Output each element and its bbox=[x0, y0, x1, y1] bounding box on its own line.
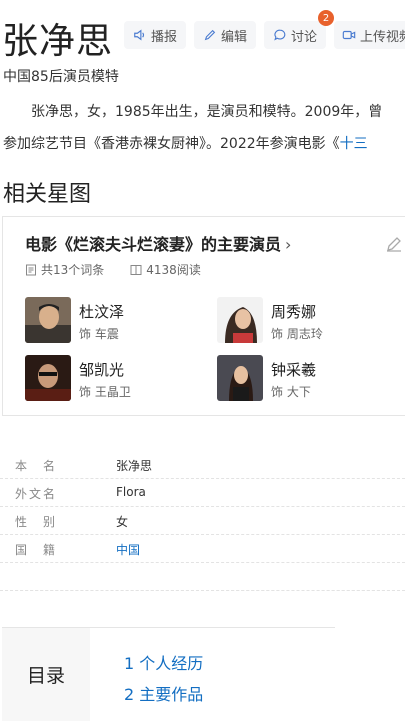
broadcast-label: 播报 bbox=[150, 29, 177, 45]
info-value: Flora bbox=[116, 485, 146, 499]
actor-name: 周秀娜 bbox=[271, 303, 317, 321]
film-link[interactable]: 十三 bbox=[340, 136, 368, 152]
actor-name: 钟采羲 bbox=[271, 361, 317, 379]
nationality-link[interactable]: 中国 bbox=[116, 541, 140, 558]
info-key: 性 别 bbox=[15, 515, 58, 529]
toc-item[interactable]: 2 主要作品 bbox=[124, 681, 203, 705]
toc-item[interactable]: 1 个人经历 bbox=[124, 650, 203, 674]
upload-video-button[interactable]: 上传视频 bbox=[334, 21, 405, 49]
related-section-heading: 相关星图 bbox=[3, 182, 92, 207]
pencil-icon bbox=[204, 29, 216, 41]
actor-avatar bbox=[25, 355, 71, 401]
info-row: 性 别 女 bbox=[0, 506, 405, 535]
info-value: 女 bbox=[116, 515, 129, 529]
edit-label: 编辑 bbox=[220, 29, 247, 45]
speaker-icon bbox=[134, 29, 145, 41]
chat-bubble-icon bbox=[274, 29, 286, 41]
actor-role: 饰 周志玲 bbox=[271, 327, 323, 341]
actor-item[interactable]: 周秀娜 饰 周志玲 bbox=[217, 297, 397, 345]
info-key: 国 籍 bbox=[15, 543, 58, 557]
info-value: 张净思 bbox=[116, 459, 153, 473]
summary-paragraph: 张净思，女，1985年出生，是演员和模特。2009年，曾 参加综艺节目《香港赤裸… bbox=[3, 96, 405, 160]
book-icon bbox=[130, 264, 142, 275]
summary-line-2: 参加综艺节目《香港赤裸女厨神》。2022年参演电影《十三 bbox=[3, 128, 405, 160]
broadcast-button[interactable]: 播报 bbox=[124, 21, 186, 49]
info-row-empty bbox=[0, 562, 405, 591]
info-row: 本 名 张净思 bbox=[0, 450, 405, 479]
page-title: 张净思 bbox=[2, 21, 114, 62]
summary-line-2-text: 参加综艺节目《香港赤裸女厨神》。2022年参演电影《 bbox=[3, 136, 340, 152]
discuss-count-badge: 2 bbox=[318, 10, 334, 26]
discuss-button[interactable]: 讨论 bbox=[264, 21, 326, 49]
upload-video-label: 上传视频 bbox=[360, 29, 405, 45]
chevron-right-icon: › bbox=[285, 235, 292, 254]
actor-role: 饰 王晶卫 bbox=[79, 385, 131, 399]
discuss-label: 讨论 bbox=[290, 29, 317, 45]
info-divider bbox=[0, 590, 405, 591]
document-icon bbox=[26, 264, 36, 275]
edit-button[interactable]: 编辑 bbox=[194, 21, 256, 49]
table-of-contents: 目录 1 个人经历 2 主要作品 bbox=[2, 627, 335, 721]
card-title[interactable]: 电影《烂滚夫斗烂滚妻》的主要演员 › bbox=[25, 231, 291, 255]
page-subtitle: 中国85后演员模特 bbox=[3, 69, 119, 85]
info-key: 外文名 bbox=[15, 487, 58, 501]
summary-line-1: 张净思，女，1985年出生，是演员和模特。2009年，曾 bbox=[31, 104, 383, 120]
related-card: 电影《烂滚夫斗烂滚妻》的主要演员 › 共13个词条 4138阅读 杜汶泽 饰 车震… bbox=[2, 216, 405, 416]
actor-avatar bbox=[217, 297, 263, 343]
info-row: 外文名 Flora bbox=[0, 478, 405, 507]
actor-name: 邹凯光 bbox=[79, 361, 125, 379]
actor-item[interactable]: 邹凯光 饰 王晶卫 bbox=[25, 355, 205, 403]
info-row: 国 籍 中国 bbox=[0, 534, 405, 563]
actor-item[interactable]: 杜汶泽 饰 车震 bbox=[25, 297, 205, 345]
actor-avatar bbox=[25, 297, 71, 343]
actor-avatar bbox=[217, 355, 263, 401]
entries-count: 共13个词条 bbox=[41, 263, 105, 277]
reads-count: 4138阅读 bbox=[146, 263, 201, 277]
video-camera-icon bbox=[342, 30, 356, 40]
edit-pencil-icon[interactable] bbox=[385, 235, 403, 253]
info-key: 本 名 bbox=[15, 459, 58, 473]
card-meta: 共13个词条 4138阅读 bbox=[25, 261, 201, 278]
toc-heading: 目录 bbox=[2, 628, 90, 721]
card-title-text: 电影《烂滚夫斗烂滚妻》的主要演员 bbox=[25, 235, 282, 254]
actor-item[interactable]: 钟采羲 饰 大下 bbox=[217, 355, 397, 403]
actor-role: 饰 车震 bbox=[79, 327, 119, 341]
actor-role: 饰 大下 bbox=[271, 385, 311, 399]
actor-name: 杜汶泽 bbox=[79, 303, 125, 321]
